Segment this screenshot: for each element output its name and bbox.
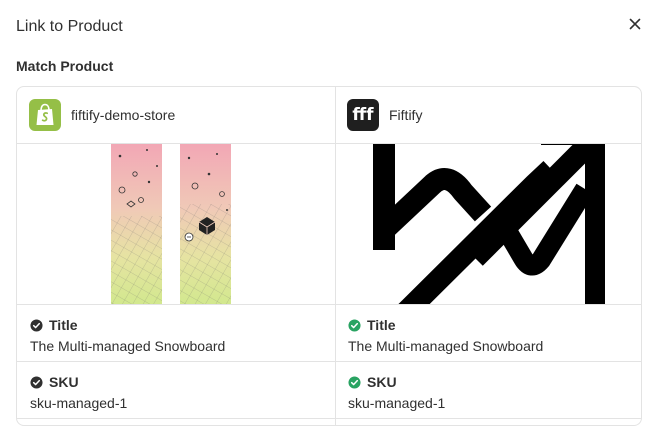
field-value-title: The Multi-managed Snowboard xyxy=(348,338,544,354)
close-icon xyxy=(629,18,641,30)
check-circle-icon xyxy=(348,318,361,332)
close-button[interactable] xyxy=(626,15,644,33)
sku-field: SKU sku-managed-1 xyxy=(335,362,641,419)
section-heading: Match Product xyxy=(16,58,114,74)
match-product-card: fiftify-demo-store Title The Multi-manag… xyxy=(16,86,642,426)
store-header: fff Fiftify xyxy=(335,87,641,144)
store-name: fiftify-demo-store xyxy=(71,107,176,123)
shopify-bag-icon xyxy=(29,99,61,131)
title-field: Title The Multi-managed Snowboard xyxy=(335,305,641,362)
target-store-column: fff Fiftify Title The Multi-managed Snow… xyxy=(335,87,641,425)
modal-title: Link to Product xyxy=(16,18,123,35)
field-label-sku: SKU xyxy=(49,374,79,390)
check-circle-icon xyxy=(30,318,43,332)
field-value-sku: sku-managed-1 xyxy=(30,395,128,411)
field-label-title: Title xyxy=(49,317,78,333)
check-circle-icon xyxy=(348,375,361,389)
field-value-title: The Multi-managed Snowboard xyxy=(30,338,226,354)
check-circle-icon xyxy=(30,375,43,389)
product-image xyxy=(17,144,335,305)
store-header: fiftify-demo-store xyxy=(17,87,335,144)
sku-field: SKU sku-managed-1 xyxy=(17,362,335,419)
product-image xyxy=(335,144,641,305)
title-field: Title The Multi-managed Snowboard xyxy=(17,305,335,362)
store-name: Fiftify xyxy=(389,107,423,123)
source-store-column: fiftify-demo-store Title The Multi-manag… xyxy=(17,87,336,425)
field-label-sku: SKU xyxy=(367,374,397,390)
field-label-title: Title xyxy=(367,317,396,333)
field-value-sku: sku-managed-1 xyxy=(348,395,446,411)
fiftify-logo-icon: fff xyxy=(347,99,379,131)
